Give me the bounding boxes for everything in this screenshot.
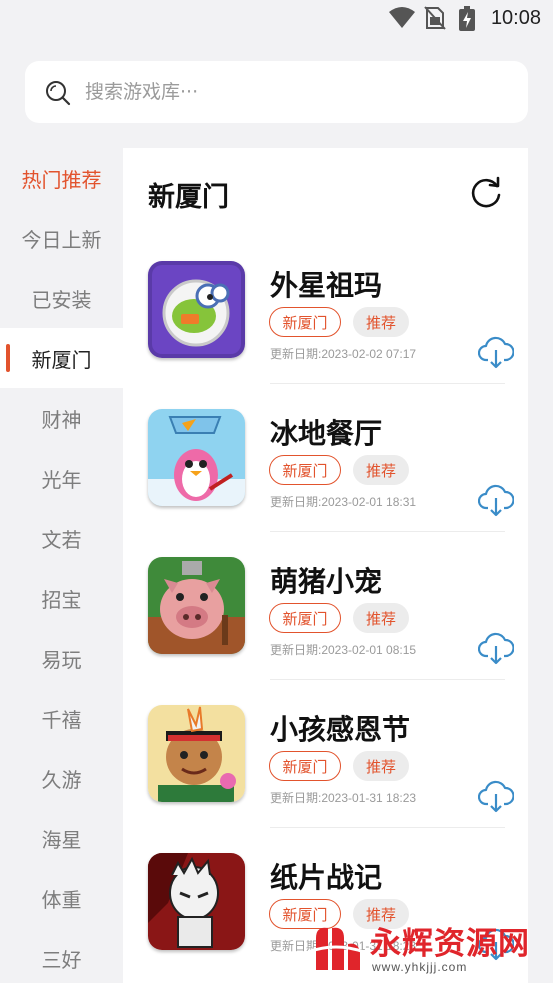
cute-pig-game-icon[interactable] — [148, 557, 245, 654]
game-tag-recommend: 推荐 — [353, 307, 409, 337]
sidebar-item-yiwan[interactable]: 易玩 — [0, 628, 123, 688]
sidebar-item-installed[interactable]: 已安装 — [0, 268, 123, 328]
row-divider — [270, 827, 505, 828]
sidebar-item-qianxi[interactable]: 千禧 — [0, 688, 123, 748]
game-tag-site: 新厦门 — [269, 603, 341, 633]
sidebar-item-xinxiamen[interactable]: 新厦门 — [0, 328, 123, 388]
row-divider — [270, 679, 505, 680]
row-divider — [270, 383, 505, 384]
game-name[interactable]: 外星祖玛 — [270, 264, 382, 304]
cloud-download-icon[interactable] — [477, 778, 515, 818]
game-tag-site: 新厦门 — [269, 455, 341, 485]
paper-war-game-icon[interactable] — [148, 853, 245, 950]
game-tag-recommend: 推荐 — [353, 751, 409, 781]
sidebar-item-wenruo[interactable]: 文若 — [0, 508, 123, 568]
game-tag-recommend: 推荐 — [353, 455, 409, 485]
game-name[interactable]: 萌猪小宠 — [270, 560, 382, 600]
game-update-date: 更新日期:2023-02-02 07:17 — [270, 347, 417, 361]
game-update-date: 更新日期:2023-02-01 18:31 — [270, 495, 417, 509]
sidebar-item-sanhao[interactable]: 三好 — [0, 928, 123, 983]
game-name[interactable]: 纸片战记 — [270, 856, 382, 896]
search-bar[interactable] — [25, 61, 528, 123]
search-input[interactable] — [85, 73, 505, 111]
watermark-url: www.yhkjjj.com — [372, 960, 468, 974]
sidebar-item-zhaobao[interactable]: 招宝 — [0, 568, 123, 628]
sidebar-item-jiuyou[interactable]: 久游 — [0, 748, 123, 808]
alien-zuma-game-icon[interactable] — [148, 261, 245, 358]
game-update-date: 更新日期:2023-02-01 08:15 — [270, 643, 417, 657]
status-bar: 10:08 — [0, 0, 553, 38]
sidebar-item-guangnian[interactable]: 光年 — [0, 448, 123, 508]
game-name[interactable]: 小孩感恩节 — [270, 708, 410, 748]
sidebar-item-hot[interactable]: 热门推荐 — [0, 148, 123, 208]
cloud-download-icon[interactable] — [477, 630, 515, 670]
sidebar-item-haixing[interactable]: 海星 — [0, 808, 123, 868]
cloud-download-icon[interactable] — [477, 334, 515, 374]
cloud-download-icon[interactable] — [477, 482, 515, 522]
wifi-icon — [388, 6, 416, 34]
sidebar-item-tizhong[interactable]: 体重 — [0, 868, 123, 928]
game-update-date: 更新日期:2023-01-31 18:23 — [270, 791, 417, 805]
game-list-panel: 新厦门 外星祖玛 新厦门 推荐 更新日期:2023-02-02 07:17 冰地… — [123, 148, 528, 983]
penguin-restaurant-game-icon[interactable] — [148, 409, 245, 506]
game-row[interactable]: 小孩感恩节 新厦门 推荐 更新日期:2023-01-31 18:23 — [123, 705, 528, 853]
game-row[interactable]: 萌猪小宠 新厦门 推荐 更新日期:2023-02-01 08:15 — [123, 557, 528, 705]
no-sim-icon — [424, 6, 446, 34]
game-name[interactable]: 冰地餐厅 — [270, 412, 382, 452]
game-tag-site: 新厦门 — [269, 751, 341, 781]
row-divider — [270, 531, 505, 532]
sidebar-item-today-new[interactable]: 今日上新 — [0, 208, 123, 268]
search-icon[interactable] — [45, 80, 71, 110]
status-time: 10:08 — [490, 7, 541, 29]
refresh-icon[interactable] — [469, 176, 503, 214]
battery-charging-icon — [458, 6, 476, 36]
game-row[interactable]: 冰地餐厅 新厦门 推荐 更新日期:2023-02-01 18:31 — [123, 409, 528, 557]
kid-thanksgiving-game-icon[interactable] — [148, 705, 245, 802]
watermark-text: 永辉资源网 — [370, 926, 530, 962]
game-tag-site: 新厦门 — [269, 307, 341, 337]
watermark-logo-icon — [307, 922, 365, 978]
sidebar-item-caishen[interactable]: 财神 — [0, 388, 123, 448]
game-row[interactable]: 外星祖玛 新厦门 推荐 更新日期:2023-02-02 07:17 — [123, 261, 528, 409]
watermark: 永辉资源网 www.yhkjjj.com — [307, 918, 533, 978]
category-sidebar: 热门推荐 今日上新 已安装 新厦门 财神 光年 文若 招宝 易玩 千禧 久游 海… — [0, 148, 123, 983]
game-tag-recommend: 推荐 — [353, 603, 409, 633]
panel-title: 新厦门 — [148, 182, 229, 213]
